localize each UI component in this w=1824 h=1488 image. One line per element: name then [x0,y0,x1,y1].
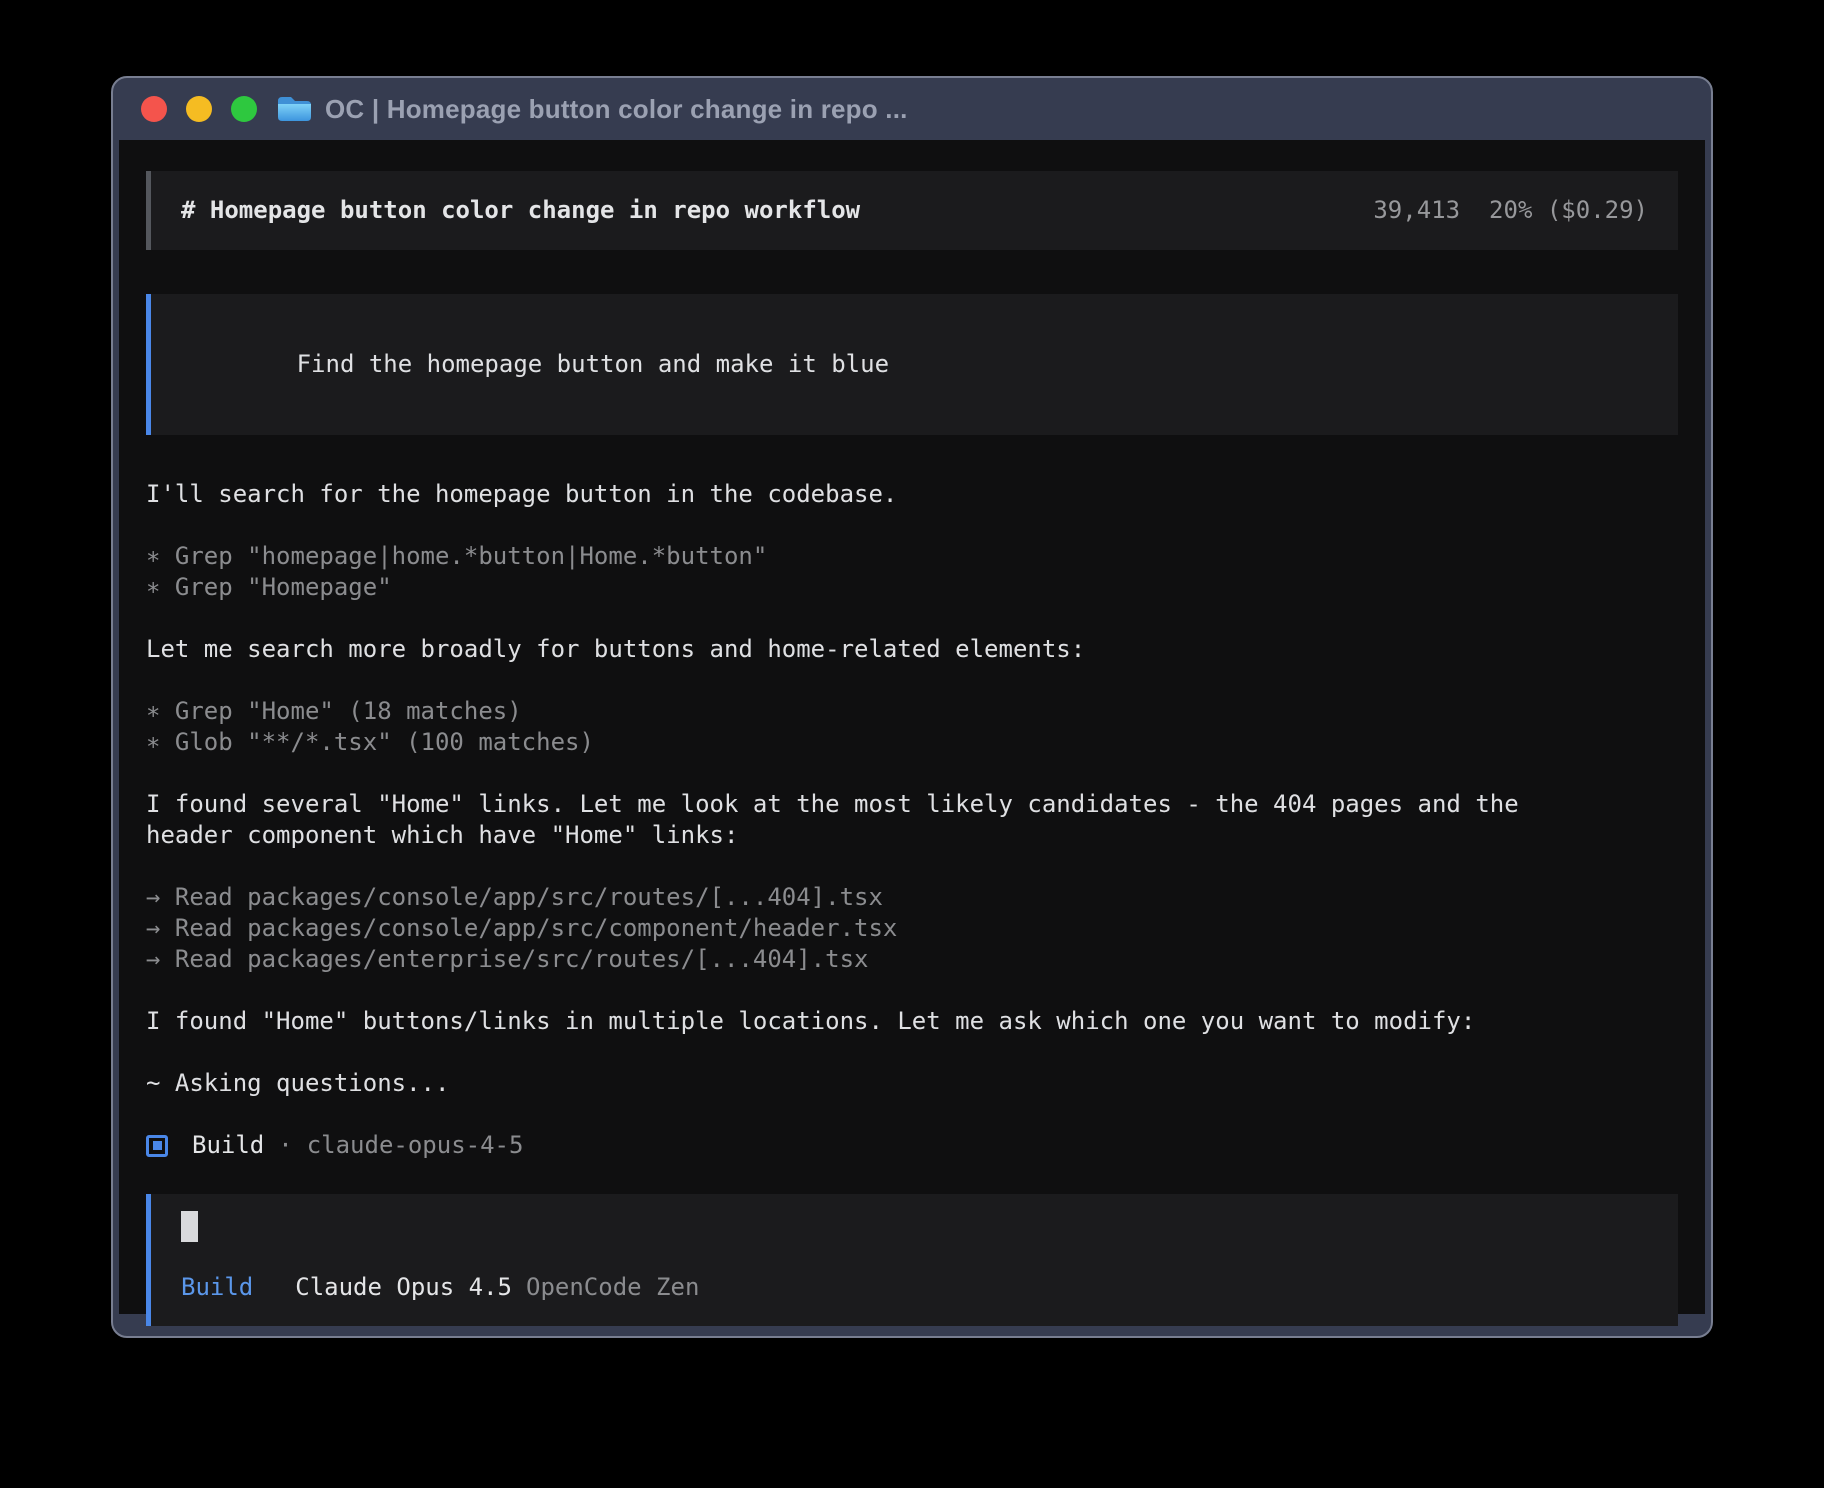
assistant-text-line: ~ Asking questions... [146,1068,1678,1099]
assistant-text-line: I'll search for the homepage button in t… [146,479,1678,510]
assistant-text-block: I'll search for the homepage button in t… [146,479,1678,510]
tool-call-block: → Read packages/console/app/src/routes/[… [146,882,1678,975]
assistant-text-block: Let me search more broadly for buttons a… [146,634,1678,665]
agent-square-icon [146,1135,168,1157]
tool-call-line: → Read packages/console/app/src/componen… [146,913,1678,944]
close-window-button[interactable] [141,96,167,122]
tool-call-block: ∗ Grep "homepage|home.*button|Home.*butt… [146,541,1678,603]
assistant-text-line: I found "Home" buttons/links in multiple… [146,1006,1678,1037]
input-model-label: Claude Opus 4.5 [295,1273,512,1301]
tool-call-line: ∗ Glob "**/*.tsx" (100 matches) [146,727,1678,758]
prompt-input[interactable]: Build Claude Opus 4.5 OpenCode Zen [146,1194,1678,1326]
token-count: 39,413 [1373,196,1460,224]
context-usage: 20% ($0.29) [1489,196,1648,224]
tool-call-line: → Read packages/enterprise/src/routes/[.… [146,944,1678,975]
agent-name: Build [192,1130,264,1161]
input-footer: Build Claude Opus 4.5 OpenCode Zen [181,1272,1648,1303]
input-provider-label: OpenCode Zen [526,1273,699,1301]
assistant-text-block: I found several "Home" links. Let me loo… [146,789,1678,851]
agent-status-line: Build · claude-opus-4-5 [146,1130,1678,1161]
minimize-window-button[interactable] [186,96,212,122]
tool-call-block: ∗ Grep "Home" (18 matches)∗ Glob "**/*.t… [146,696,1678,758]
user-message-text: Find the homepage button and make it blu… [297,350,889,378]
assistant-text-line: Let me search more broadly for buttons a… [146,634,1678,665]
traffic-lights [141,96,257,122]
terminal-content[interactable]: # Homepage button color change in repo w… [119,140,1705,1314]
agent-model: claude-opus-4-5 [307,1130,524,1161]
tool-call-line: ∗ Grep "Home" (18 matches) [146,696,1678,727]
tool-call-line: → Read packages/console/app/src/routes/[… [146,882,1678,913]
input-mode-label: Build [181,1273,253,1301]
agent-separator: · [278,1130,292,1161]
session-title: # Homepage button color change in repo w… [181,195,860,226]
session-stats: 39,413 20% ($0.29) [1373,195,1648,226]
titlebar[interactable]: OC | Homepage button color change in rep… [113,78,1711,140]
terminal-window: OC | Homepage button color change in rep… [111,76,1713,1338]
assistant-text-line: header component which have "Home" links… [146,820,1678,851]
zoom-window-button[interactable] [231,96,257,122]
folder-icon [275,94,313,124]
user-message: Find the homepage button and make it blu… [146,294,1678,435]
tool-call-line: ∗ Grep "homepage|home.*button|Home.*butt… [146,541,1678,572]
window-title: OC | Homepage button color change in rep… [325,94,908,125]
assistant-text-line: I found several "Home" links. Let me loo… [146,789,1678,820]
assistant-transcript: I'll search for the homepage button in t… [146,479,1678,1099]
text-cursor [181,1211,198,1242]
tool-call-line: ∗ Grep "Homepage" [146,572,1678,603]
assistant-text-block: ~ Asking questions... [146,1068,1678,1099]
session-header: # Homepage button color change in repo w… [146,171,1678,250]
desktop-background: OC | Homepage button color change in rep… [0,0,1824,1488]
assistant-text-block: I found "Home" buttons/links in multiple… [146,1006,1678,1037]
